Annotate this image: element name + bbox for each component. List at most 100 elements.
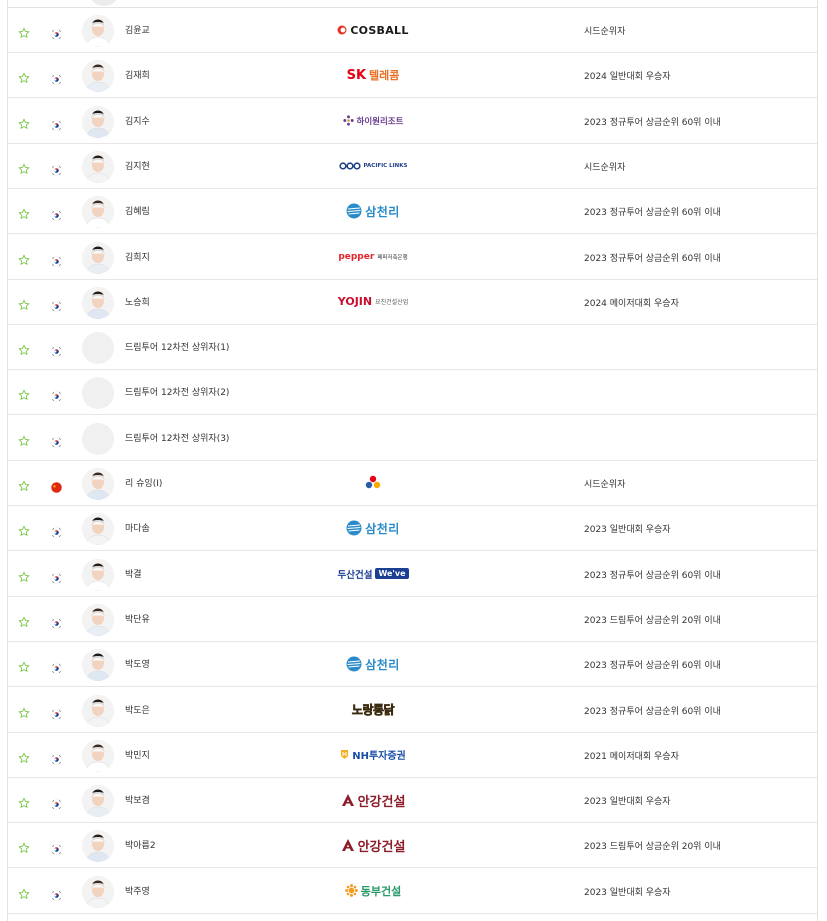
cj-logo-icon xyxy=(365,475,381,489)
pacific-links-logo-icon xyxy=(338,162,361,170)
favorite-star-icon[interactable] xyxy=(18,386,30,401)
avatar[interactable] xyxy=(82,377,114,410)
favorite-star-icon[interactable] xyxy=(18,115,30,129)
table-row[interactable]: 김윤교 COSBALL 시드순위자 xyxy=(8,8,817,53)
avatar[interactable] xyxy=(82,60,114,93)
avatar[interactable] xyxy=(82,649,114,682)
avatar[interactable] xyxy=(82,196,114,229)
player-name[interactable]: 박단유 xyxy=(125,612,150,625)
table-row[interactable]: 박단유 2023 드림투어 상금순위 20위 이내 xyxy=(8,597,817,642)
player-name[interactable]: 박보겸 xyxy=(125,793,150,806)
qualification-text: 2023 일반대회 우승자 xyxy=(584,797,671,808)
table-row[interactable]: 박도은 노랑통닭 2023 정규투어 상금순위 60위 이내 xyxy=(8,688,817,733)
avatar[interactable] xyxy=(82,332,114,365)
korea-flag-icon xyxy=(51,116,62,131)
player-name[interactable]: 리 슈잉(I) xyxy=(125,476,162,489)
player-name[interactable]: 드림투어 12차전 상위자(3) xyxy=(125,431,229,444)
korea-flag-icon xyxy=(51,342,62,357)
table-row[interactable]: 드림투어 12차전 상위자(1) xyxy=(8,325,817,371)
avatar[interactable] xyxy=(82,241,114,274)
favorite-star-icon[interactable] xyxy=(18,432,30,446)
player-name[interactable]: 김희지 xyxy=(125,250,150,263)
korea-flag-icon xyxy=(51,433,62,448)
player-name[interactable]: 박도은 xyxy=(125,703,150,716)
table-row[interactable]: 드림투어 12차전 상위자(2) xyxy=(8,370,817,416)
favorite-star-icon[interactable] xyxy=(18,24,30,38)
favorite-star-icon[interactable] xyxy=(18,522,30,537)
favorite-star-icon[interactable] xyxy=(18,477,30,491)
sponsor-logo: 안강건설 xyxy=(308,785,438,815)
player-name[interactable]: 김윤교 xyxy=(125,23,150,36)
qualification-text: 2023 정규투어 상금순위 60위 이내 xyxy=(584,117,721,128)
table-row[interactable]: 김지수 하이원리조트 2023 정규투어 상금순위 60위 이내 xyxy=(8,99,817,144)
korea-flag-icon xyxy=(51,252,62,267)
player-name[interactable]: 김혜림 xyxy=(125,204,150,217)
avatar[interactable] xyxy=(82,286,114,319)
avatar[interactable] xyxy=(82,150,114,183)
favorite-star-icon[interactable] xyxy=(18,839,30,854)
table-row[interactable]: 마다솜 삼천리 2023 일반대회 우승자 xyxy=(8,506,817,552)
table-row[interactable]: 김혜림 삼천리 2023 정규투어 상금순위 60위 이내 xyxy=(8,189,817,235)
table-row[interactable]: 박주영 동부건설 2023 일반대회 우승자 xyxy=(8,869,817,914)
player-list: 김윤교 COSBALL 시드순위자 김재희 SK 텔레콤 2024 일반대회 우승자 김지수 하… xyxy=(7,0,818,921)
sponsor-logo: 삼천리 xyxy=(308,649,438,679)
favorite-star-icon[interactable] xyxy=(18,69,30,84)
korea-flag-icon xyxy=(51,523,62,539)
table-row[interactable]: 박민지 NH투자증권 2021 메이저대회 우승자 xyxy=(8,733,817,778)
avatar[interactable] xyxy=(82,468,114,500)
favorite-star-icon[interactable] xyxy=(18,160,30,174)
avatar[interactable] xyxy=(82,422,114,455)
favorite-star-icon[interactable] xyxy=(18,749,30,763)
player-name[interactable]: 마다솜 xyxy=(125,521,150,534)
table-row[interactable]: 박도영 삼천리 2023 정규투어 상금순위 60위 이내 xyxy=(8,642,817,688)
favorite-star-icon[interactable] xyxy=(18,251,30,265)
player-name[interactable]: 드림투어 12차전 상위자(2) xyxy=(125,385,229,398)
avatar[interactable] xyxy=(82,739,114,772)
qualification-text: 2023 정규투어 상금순위 60위 이내 xyxy=(584,253,721,264)
avatar[interactable] xyxy=(82,603,114,636)
avatar[interactable] xyxy=(82,785,114,818)
avatar[interactable] xyxy=(82,830,114,863)
favorite-star-icon[interactable] xyxy=(18,613,30,627)
player-name[interactable]: 드림투어 12차전 상위자(1) xyxy=(125,340,229,353)
favorite-star-icon[interactable] xyxy=(18,568,30,582)
sponsor-logo xyxy=(308,377,438,407)
player-name[interactable]: 박민지 xyxy=(125,748,150,761)
player-name[interactable]: 김지수 xyxy=(125,114,150,127)
player-name[interactable]: 노승희 xyxy=(125,295,150,308)
sponsor-logo: YOJIN 요진건설산업 xyxy=(337,295,409,309)
avatar[interactable] xyxy=(82,694,114,727)
sponsor-logo: 안강건설 xyxy=(308,830,438,860)
player-name[interactable]: 박아름2 xyxy=(125,838,156,851)
table-row[interactable]: 김지현 PACIFIC LINKS 시드순위자 xyxy=(8,144,817,189)
table-row[interactable]: 김희지 pepper 페퍼저축은행 2023 정규투어 상금순위 60위 이내 xyxy=(8,235,817,280)
avatar[interactable] xyxy=(82,105,114,138)
player-name[interactable]: 김지현 xyxy=(125,159,150,172)
table-row[interactable]: 드림투어 12차전 상위자(3) xyxy=(8,416,817,461)
favorite-star-icon[interactable] xyxy=(18,296,30,310)
player-name[interactable]: 박주영 xyxy=(125,884,150,897)
sponsor-logo: 삼천리 xyxy=(308,196,438,226)
favorite-star-icon[interactable] xyxy=(18,794,30,808)
player-name[interactable]: 박결 xyxy=(125,567,142,580)
avatar[interactable] xyxy=(82,15,114,47)
avatar[interactable] xyxy=(82,558,114,591)
favorite-star-icon[interactable] xyxy=(18,704,30,718)
favorite-star-icon[interactable] xyxy=(18,885,30,899)
table-row[interactable]: 리 슈잉(I) 시드순위자 xyxy=(8,461,817,506)
avatar[interactable] xyxy=(82,875,114,908)
player-name[interactable]: 김재희 xyxy=(125,68,150,81)
table-row[interactable]: 박보겸 안강건설 2023 일반대회 우승자 xyxy=(8,778,817,824)
favorite-star-icon[interactable] xyxy=(18,205,30,220)
favorite-star-icon[interactable] xyxy=(18,658,30,673)
qualification-text: 2024 메이저대회 우승자 xyxy=(584,298,679,309)
table-row[interactable]: 노승희 YOJIN 요진건설산업 2024 메이저대회 우승자 xyxy=(8,280,817,325)
favorite-star-icon[interactable] xyxy=(18,341,30,355)
sponsor-logo xyxy=(308,468,438,498)
table-row[interactable]: 김재희 SK 텔레콤 2024 일반대회 우승자 xyxy=(8,53,817,99)
table-row[interactable]: 박결 두산건설 We've 2023 정규투어 상금순위 60위 이내 xyxy=(8,552,817,597)
player-name[interactable]: 박도영 xyxy=(125,657,150,670)
avatar[interactable] xyxy=(82,513,114,546)
avatar xyxy=(88,0,120,6)
table-row[interactable]: 박아름2 안강건설 2023 드림투어 상금순위 20위 이내 xyxy=(8,823,817,869)
